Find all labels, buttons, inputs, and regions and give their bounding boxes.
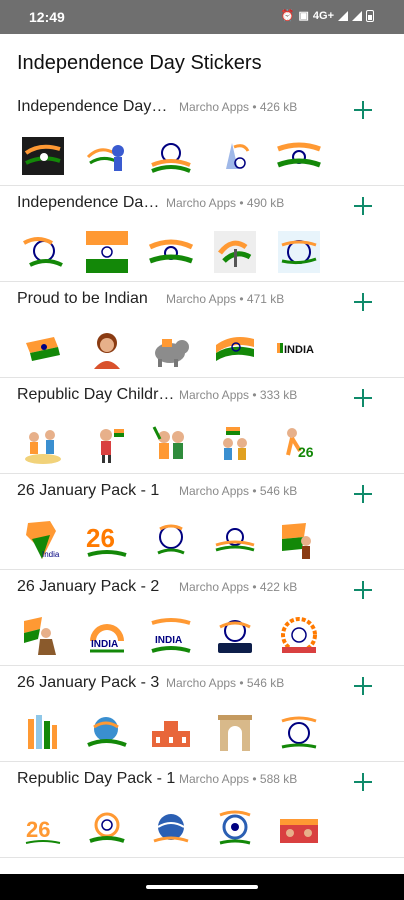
sticker-text: 26: [298, 444, 314, 460]
status-icons: ⏰ ▣ 4G+: [281, 9, 374, 22]
network-type: 4G+: [312, 9, 334, 22]
pack-meta: Marcho Apps • 490 kB: [166, 196, 285, 210]
sticker-thumbnail: [148, 709, 194, 755]
pack-name: 26 January Pack - 3: [17, 674, 160, 691]
pack-name: Republic Day Pack - 1: [17, 770, 176, 787]
pack-meta: Marcho Apps • 588 kB: [179, 772, 298, 786]
sticker-thumbnail: [276, 229, 322, 275]
sticker-pack-row[interactable]: 26 January Pack - 2 Marcho Apps • 422 kB…: [0, 569, 404, 666]
sticker-text: INDIA: [91, 639, 118, 650]
add-pack-button[interactable]: [352, 195, 374, 217]
signal-icon-2: [352, 10, 362, 21]
sticker-thumbnail: 26: [84, 517, 130, 563]
sticker-text: India: [42, 550, 60, 559]
pack-meta: Marcho Apps • 422 kB: [179, 580, 298, 594]
pack-meta: Marcho Apps • 333 kB: [179, 388, 298, 402]
sticker-thumbnail: [276, 709, 322, 755]
sticker-thumbnail: [20, 709, 66, 755]
alarm-icon: ⏰: [280, 10, 295, 22]
sticker-thumbnail: [148, 325, 194, 371]
add-pack-button[interactable]: [352, 579, 374, 601]
status-bar: 12:49 ⏰ ▣ 4G+: [0, 0, 404, 34]
sticker-thumbnail: [84, 709, 130, 755]
sticker-thumbnail: India: [20, 517, 66, 563]
sticker-thumbnail: [148, 517, 194, 563]
pack-name: Republic Day Childr…: [17, 386, 175, 403]
sticker-pack-row[interactable]: Republic Day Pack - 1 Marcho Apps • 588 …: [0, 761, 404, 858]
sticker-pack-row[interactable]: 26 January Pack - 1 Marcho Apps • 546 kB…: [0, 473, 404, 570]
sticker-thumbnail: [84, 229, 130, 275]
sticker-thumbnail: [276, 613, 322, 659]
sticker-thumbnail: [20, 421, 66, 467]
sticker-thumbnail: [212, 421, 258, 467]
sticker-thumbnail: [148, 133, 194, 179]
sticker-pack-row[interactable]: Independence Da… Marcho Apps • 490 kB: [0, 185, 404, 282]
sticker-thumbnail: INDIA: [148, 613, 194, 659]
sticker-thumbnail: [148, 805, 194, 851]
pack-name: Independence Da…: [17, 194, 160, 211]
pack-meta: Marcho Apps • 546 kB: [166, 676, 285, 690]
sticker-thumbnail: [276, 133, 322, 179]
pack-meta: Marcho Apps • 471 kB: [166, 292, 285, 306]
sticker-thumbnail: [20, 133, 66, 179]
sticker-thumbnail: [212, 613, 258, 659]
sticker-pack-row[interactable]: 26 January Pack - 3 Marcho Apps • 546 kB: [0, 665, 404, 762]
add-pack-button[interactable]: [352, 483, 374, 505]
sticker-text: INDIA: [155, 635, 182, 646]
sticker-thumbnail: [84, 133, 130, 179]
sticker-thumbnail: [84, 325, 130, 371]
pack-name: Proud to be Indian: [17, 290, 148, 307]
pack-name: 26 January Pack - 1: [17, 482, 160, 499]
sticker-thumbnail: INDIA: [276, 325, 322, 371]
sticker-pack-row[interactable]: Proud to be Indian Marcho Apps • 471 kB …: [0, 281, 404, 378]
pack-meta: Marcho Apps • 546 kB: [179, 484, 298, 498]
home-gesture-handle[interactable]: [146, 885, 258, 889]
add-pack-button[interactable]: [352, 675, 374, 697]
sticker-thumbnail: [212, 133, 258, 179]
sticker-thumbnail: 26: [276, 421, 322, 467]
sticker-thumbnail: [84, 421, 130, 467]
sticker-text: INDIA: [284, 344, 314, 356]
sticker-thumbnail: [276, 517, 322, 563]
sticker-thumbnail: [84, 805, 130, 851]
sticker-thumbnail: [212, 517, 258, 563]
navigation-bar: [0, 874, 404, 900]
add-pack-button[interactable]: [352, 99, 374, 121]
battery-icon: [366, 9, 374, 22]
pack-name: 26 January Pack - 2: [17, 578, 160, 595]
sticker-thumbnail: [20, 325, 66, 371]
sticker-pack-row[interactable]: Republic Day Childr… Marcho Apps • 333 k…: [0, 377, 404, 474]
pack-name: Independence Day…: [17, 98, 168, 115]
add-pack-button[interactable]: [352, 387, 374, 409]
sticker-thumbnail: [276, 805, 322, 851]
signal-icon: [338, 10, 348, 21]
sticker-thumbnail: [148, 229, 194, 275]
sticker-thumbnail: [212, 229, 258, 275]
add-pack-button[interactable]: [352, 291, 374, 313]
sticker-text: 26: [86, 523, 115, 553]
sticker-thumbnail: [212, 325, 258, 371]
sticker-text: 26: [26, 817, 50, 842]
sticker-thumbnail: [20, 613, 66, 659]
add-pack-button[interactable]: [352, 771, 374, 793]
sticker-thumbnail: INDIA: [84, 613, 130, 659]
sticker-thumbnail: [148, 421, 194, 467]
photo-icon: ▣: [298, 10, 309, 22]
sticker-thumbnail: [20, 229, 66, 275]
sticker-pack-row[interactable]: Independence Day… Marcho Apps • 426 kB: [0, 89, 404, 186]
pack-meta: Marcho Apps • 426 kB: [179, 100, 298, 114]
sticker-thumbnail: [212, 805, 258, 851]
status-time: 12:49: [29, 9, 65, 25]
sticker-thumbnail: 26: [20, 805, 66, 851]
page-title: Independence Day Stickers: [17, 52, 262, 74]
sticker-thumbnail: [212, 709, 258, 755]
